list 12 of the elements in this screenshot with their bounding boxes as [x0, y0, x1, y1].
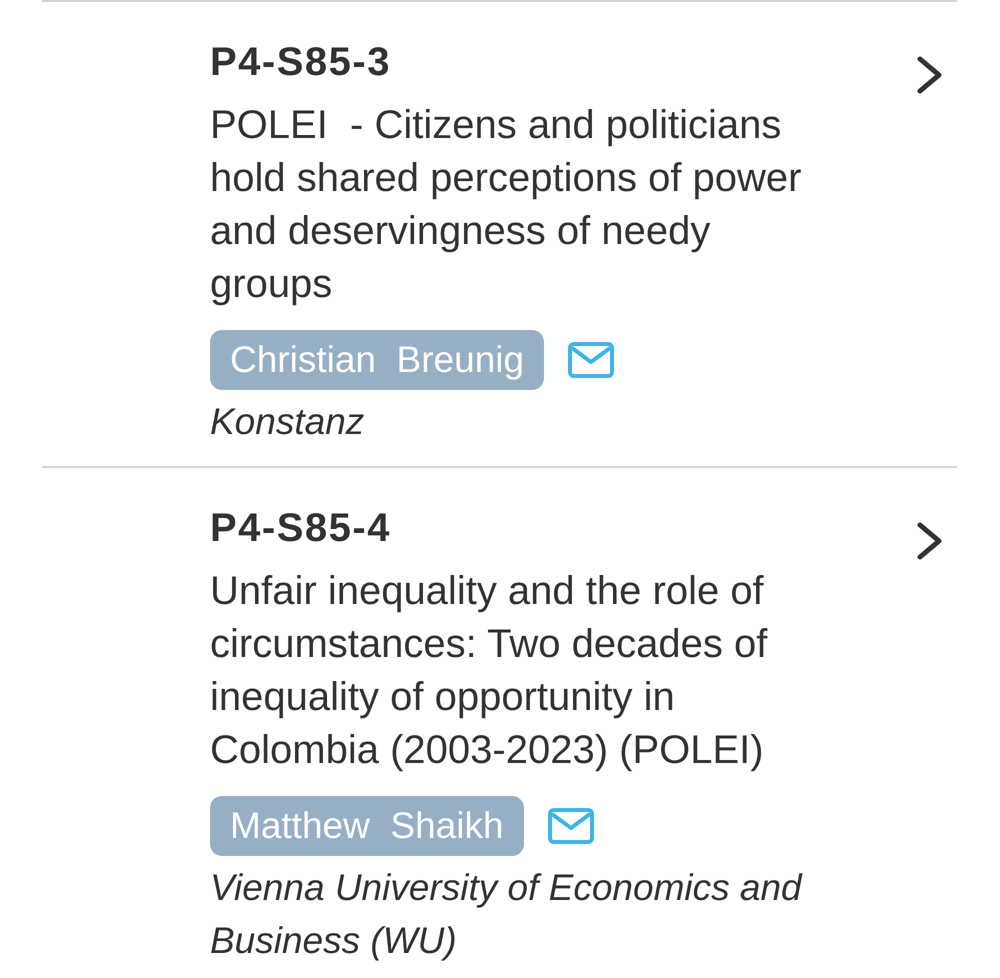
session-title: POLEI - Citizens and politicians hold shared perceptions of power and deservingness of needy groups: [210, 102, 802, 308]
presenter-tag[interactable]: Matthew Shaikh: [210, 796, 524, 856]
presenter-tag[interactable]: Christian Breunig: [210, 330, 544, 390]
session-code: P4-S85-4: [210, 505, 391, 552]
affiliation-text: Vienna University of Economics and Business (WU): [210, 866, 804, 963]
chevron-right-icon: [917, 56, 943, 94]
chevron-right-icon: [917, 522, 943, 560]
mail-icon[interactable]: [568, 342, 614, 378]
affiliation-text: Konstanz: [210, 400, 366, 444]
session-title: Unfair inequality and the role of circumstances: Two decades of inequality of opportunity in Colombia (2003-2023) (POLEI): [210, 568, 768, 774]
mail-icon[interactable]: [548, 808, 594, 844]
session-code: P4-S85-3: [210, 39, 391, 86]
